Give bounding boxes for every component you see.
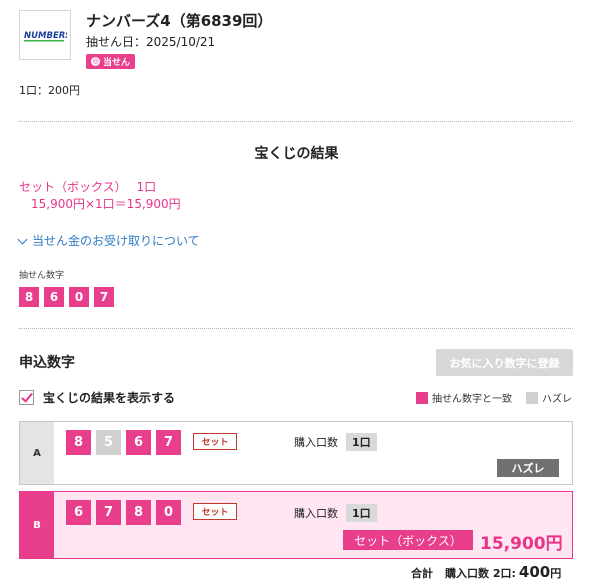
- winning-digit: 7: [94, 287, 114, 307]
- entry-digit-match: 7: [96, 500, 121, 525]
- entry-digit-match: 7: [156, 430, 181, 455]
- entry-row-b: B 6 7 8 0 セット 購入口数 1口 セット（ボックス） 15,900円: [19, 491, 573, 559]
- prize-amount: 15,900円: [480, 534, 563, 554]
- entry-digit-match: 0: [156, 500, 181, 525]
- total-summary: 合計 購入口数 2口: 400 円: [411, 563, 561, 581]
- result-line-type: セット（ボックス） 1口: [19, 180, 157, 194]
- entry-digit-match: 8: [66, 430, 91, 455]
- entry-section-title: 申込数字: [19, 355, 75, 371]
- medal-icon: ◎: [91, 57, 100, 66]
- chevron-down-icon: [17, 234, 28, 244]
- legend-match-label: 抽せん数字と一致: [432, 394, 512, 405]
- total-count: 購入口数 2口:: [445, 567, 516, 580]
- prize-info-link-label: 当せん金のお受け取りについて: [32, 234, 200, 248]
- legend-miss: ハズレ: [526, 390, 572, 405]
- show-results-label: 宝くじの結果を表示する: [43, 391, 176, 405]
- divider: [19, 121, 573, 122]
- status-badge-label: 当せん: [103, 58, 131, 68]
- show-results-checkbox[interactable]: [19, 390, 34, 405]
- purchase-count-value: 1口: [346, 433, 377, 451]
- legend-miss-label: ハズレ: [542, 394, 572, 405]
- divider: [19, 328, 573, 329]
- legend-match-swatch: [416, 391, 428, 404]
- entry-row-a: A 8 5 6 7 セット 購入口数 1口 ハズレ: [19, 421, 573, 485]
- entry-digit-match: 6: [126, 430, 151, 455]
- entry-numbers: 8 5 6 7: [66, 430, 181, 455]
- entry-numbers: 6 7 8 0: [66, 500, 181, 525]
- winning-digit: 8: [19, 287, 39, 307]
- total-currency: 円: [550, 567, 562, 580]
- checkmark-icon: [21, 390, 33, 403]
- type-tag: セット: [193, 433, 237, 450]
- winning-digit: 6: [44, 287, 64, 307]
- numbers4-logo-icon: NUMBERS4: [23, 27, 67, 43]
- result-section-title: 宝くじの結果: [254, 146, 339, 162]
- legend-miss-swatch: [526, 391, 538, 404]
- row-letter: A: [20, 422, 54, 484]
- total-label: 合計: [411, 567, 433, 580]
- unit-price: 1口：200円: [19, 84, 80, 97]
- winning-numbers-label: 抽せん数字: [19, 271, 65, 281]
- purchase-count-label: 購入口数: [294, 507, 338, 520]
- show-results-checkbox-row[interactable]: 宝くじの結果を表示する: [19, 389, 175, 406]
- numbers4-logo: NUMBERS4: [19, 10, 71, 60]
- save-favorite-button[interactable]: お気に入り数字に登録: [436, 349, 573, 376]
- prize-info-link[interactable]: 当せん金のお受け取りについて: [17, 232, 200, 249]
- winning-digit: 0: [69, 287, 89, 307]
- row-letter: B: [20, 492, 54, 558]
- total-amount: 400: [518, 563, 551, 581]
- svg-text:NUMBERS4: NUMBERS4: [24, 31, 67, 41]
- entry-digit-match: 8: [126, 500, 151, 525]
- legend-match: 抽せん数字と一致: [416, 390, 512, 405]
- entry-digit-match: 6: [66, 500, 91, 525]
- winning-numbers: 8 6 0 7: [19, 287, 114, 307]
- purchase-count-value: 1口: [346, 504, 377, 522]
- result-badge-win: セット（ボックス）: [343, 530, 473, 550]
- status-badge: ◎ 当せん: [86, 54, 136, 69]
- result-line-amount: 15,900円×1口＝15,900円: [31, 197, 181, 211]
- page-title: ナンバーズ4（第6839回）: [86, 12, 273, 30]
- draw-date: 抽せん日：2025/10/21: [86, 35, 216, 49]
- entry-digit-miss: 5: [96, 430, 121, 455]
- type-tag: セット: [193, 503, 237, 520]
- result-badge-lose: ハズレ: [497, 459, 559, 477]
- purchase-count-label: 購入口数: [294, 436, 338, 449]
